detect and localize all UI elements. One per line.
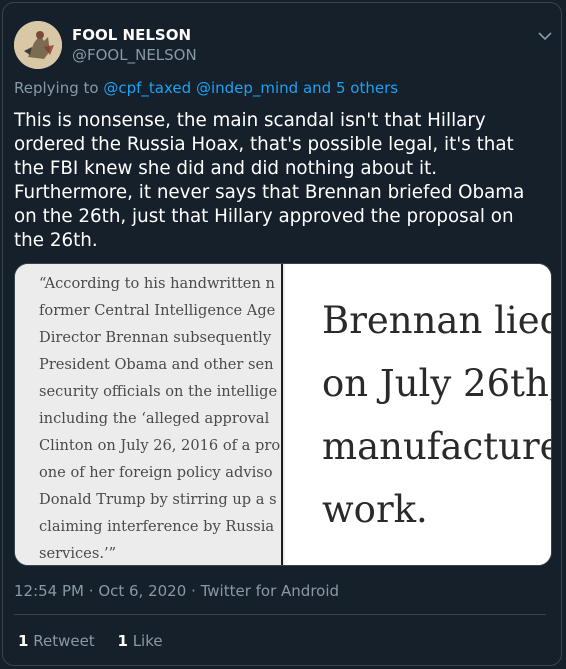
likes-stat[interactable]: 1 Like [117, 632, 162, 650]
tweet-source[interactable]: Twitter for Android [201, 582, 339, 600]
reply-prefix: Replying to [14, 79, 99, 97]
tweet-date[interactable]: Oct 6, 2020 [98, 582, 186, 600]
mention-link[interactable]: @indep_mind [196, 79, 298, 97]
user-name[interactable]: FOOL NELSON [72, 26, 191, 44]
retweets-stat[interactable]: 1 Retweet [18, 632, 95, 650]
user-handle[interactable]: @FOOL_NELSON [72, 46, 197, 64]
mention-link[interactable]: @cpf_taxed [103, 79, 191, 97]
tweet-text: This is nonsense, the main scandal isn't… [14, 110, 525, 251]
chevron-down-icon[interactable] [536, 27, 554, 45]
media-image-right[interactable]: Brennan lied on July 26th, manufacture w… [285, 264, 552, 565]
image-quote-text: “According to his handwritten n former C… [39, 275, 281, 562]
tweet-media[interactable]: “According to his handwritten n former C… [14, 263, 552, 566]
likes-label: Like [132, 632, 163, 650]
reply-context: Replying to @cpf_taxed @indep_mind and 5… [14, 79, 398, 97]
likes-count: 1 [117, 632, 128, 650]
others-link[interactable]: and 5 others [303, 79, 398, 97]
media-image-left[interactable]: “According to his handwritten n former C… [15, 264, 283, 565]
image-large-text: Brennan lied on July 26th, manufacture w… [322, 299, 552, 531]
tweet-meta: 12:54 PM · Oct 6, 2020 · Twitter for And… [14, 582, 339, 600]
retweets-label: Retweet [33, 632, 95, 650]
tweet-stats: 1 Retweet 1 Like [18, 632, 181, 650]
meta-separator: · [191, 582, 201, 600]
divider [14, 614, 546, 615]
retweets-count: 1 [18, 632, 29, 650]
tweet-time[interactable]: 12:54 PM [14, 582, 84, 600]
avatar[interactable] [14, 21, 62, 69]
meta-separator: · [88, 582, 99, 600]
